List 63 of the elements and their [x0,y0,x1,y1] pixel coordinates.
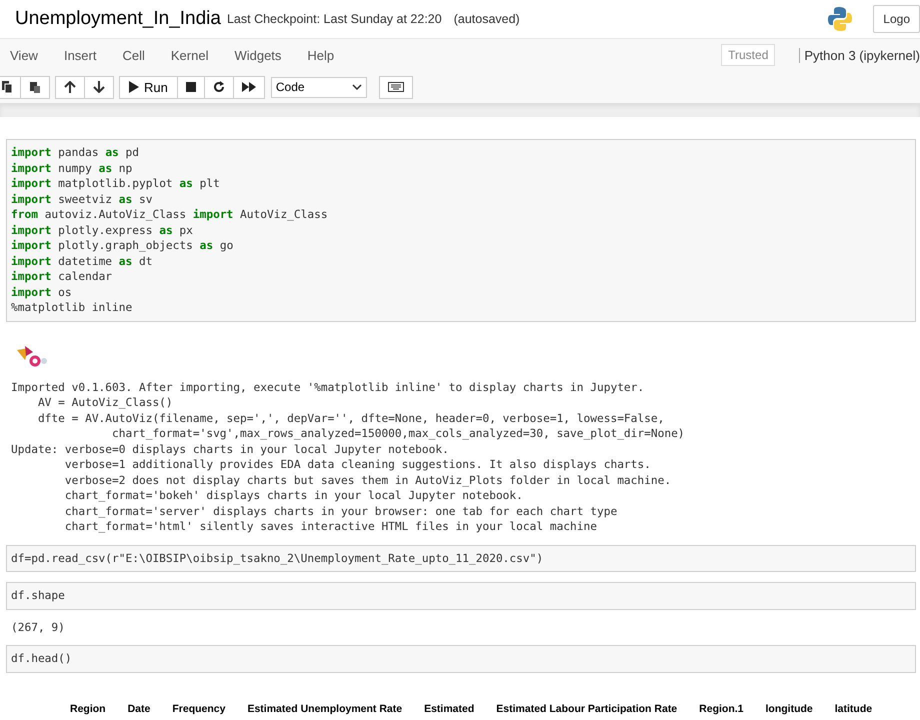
table-header-cell: longitude [766,702,813,714]
output-line: (267, 9) [11,620,66,635]
menu-item[interactable]: View [10,48,38,62]
code-cell[interactable]: df=pd.read_csv(r"E:\OIBSIP\oibsip_tsakno_2\Unemployment_Rate_upto_11_2020.csv") [6,544,916,572]
output-line: verbose=1 additionally provides EDA data cleaning suggestions. It also displays charts. [64,457,652,472]
trusted-indicator[interactable]: Trusted [721,44,776,66]
caret-icon [352,84,362,90]
cell-type-dropdown[interactable]: Code [270,76,367,98]
python-logo-icon [827,6,854,32]
output-line: Update: verbose=0 displays charts in your local Jupyter notebook. [11,442,450,457]
move-down-icon[interactable] [84,76,114,98]
code-line: df.head() [11,651,73,666]
copy-icon[interactable] [0,76,21,98]
stop-icon[interactable] [176,76,205,98]
code-line: from autoviz.AutoViz_Class import AutoViz_Class [11,207,329,222]
code-line: import matplotlib.pyplot as plt [11,176,221,192]
output-line: chart_format='html' silently saves interactive HTML files in your local machine [64,519,598,534]
table-header-cell: Date [128,702,150,714]
code-cell[interactable]: df.head() [6,645,916,672]
code-line: import plotly.graph_objects as go [11,238,234,254]
code-cell[interactable]: df.shape [6,582,916,610]
code-line: %matplotlib inline [11,300,134,316]
checkpoint-text: Last Checkpoint: Last Sunday at 22:20 [226,12,442,26]
kernel-indicator[interactable]: Python 3 (ipykernel) [799,48,920,62]
restart-icon[interactable] [204,76,234,98]
code-line: import pandas as pd [11,145,140,160]
menu-item[interactable]: Kernel [170,48,208,62]
table-header-cell: Estimated Unemployment Rate [247,702,402,714]
code-line: import numpy as np [11,160,134,176]
output-line: verbose=2 does not display charts but saves them in AutoViz_Plots folder in local machine. [64,472,672,488]
logout-button[interactable]: Logo [873,5,920,33]
menu-item[interactable]: Cell [122,48,145,62]
table-header-cell: Region [70,702,106,714]
menu-item[interactable]: Help [307,48,334,62]
code-line: import datetime as dt [11,254,154,269]
notebook-title[interactable]: Unemployment_In_India [15,8,221,30]
run-button[interactable]: Run [119,76,178,98]
output-line: dfte = AV.AutoViz(filename, sep=',', depVar='', dfte=None, header=0, verbose=1, lowess=False, [36,410,666,426]
menu-item[interactable]: Insert [64,48,96,62]
table-header-cell: Estimated [424,702,474,714]
paste-icon[interactable] [20,76,50,98]
code-line: import os [11,284,73,300]
code-line: import sweetviz as sv [11,192,154,207]
table-header-cell: Estimated Labour Participation Rate [496,702,678,714]
output-line: Imported v0.1.603. After importing, execute '%matplotlib inline' to display charts in Jupyter. [11,380,646,395]
play-icon [129,81,139,93]
menu-item[interactable]: Widgets [234,48,282,62]
code-cell[interactable] [6,139,916,322]
table-header-cell: latitude [834,702,872,714]
code-line: df.shape [11,588,66,604]
output-line: chart_format='server' displays charts in your browser: one tab for each chart type [64,504,618,519]
code-line: import plotly.express as px [11,222,194,238]
code-line: import calendar [11,269,114,284]
autosave-status: (autosaved) [454,12,521,26]
output-line: AV = AutoViz_Class() [36,395,174,410]
code-line: df=pd.read_csv(r"E:\OIBSIP\oibsip_tsakno_2\Unemployment_Rate_upto_11_2020.csv") [11,550,544,566]
keyboard-icon[interactable] [378,76,413,98]
table-header-cell: Region.1 [699,702,744,714]
output-line: chart_format='svg',max_rows_analyzed=150000,max_cols_analyzed=30, save_plot_dir=None) [111,426,686,442]
fast-forward-icon[interactable] [232,76,265,98]
table-header-cell: Frequency [172,702,226,714]
move-up-icon[interactable] [55,76,85,98]
output-line: chart_format='bokeh' displays charts in your local Jupyter notebook. [64,488,524,504]
